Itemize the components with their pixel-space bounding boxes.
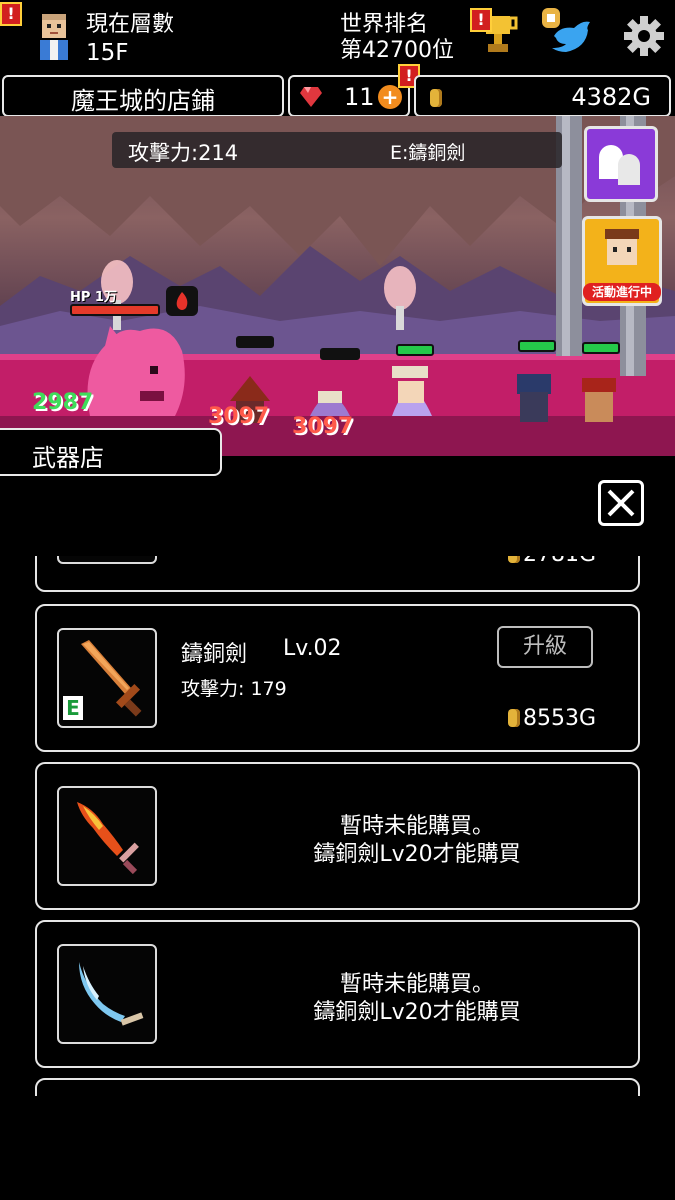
gem-panel: 11 +	[288, 75, 410, 117]
ally-hp-bar	[236, 336, 274, 348]
ice-sword-icon	[79, 962, 144, 1026]
gear-icon[interactable]	[624, 16, 664, 56]
weapon-card-locked[interactable]: 暫時未能購買。 鑄銅劍Lv20才能購買	[35, 920, 640, 1068]
rank-value: 第42700位	[340, 38, 454, 63]
equipped-weapon-info: E:鑄銅劍	[390, 142, 466, 164]
locked-requirement: 鑄銅劍Lv20才能購買	[313, 842, 521, 867]
weapon-card-locked[interactable]: 暫時未能購買。 鑄銅劍Lv20才能購買	[35, 762, 640, 910]
ally-hp-bar	[320, 348, 360, 360]
attack-info-banner: 攻擊力:214 E:鑄銅劍	[112, 132, 562, 168]
weapon-attack: 攻擊力: 179	[181, 678, 287, 700]
gem-icon	[300, 87, 322, 111]
equipped-mark: E	[63, 696, 83, 720]
gold-panel: 4382G	[414, 75, 671, 117]
enemy-hp-bar	[70, 304, 160, 316]
weapon-icon-box: E	[57, 628, 157, 728]
weapon-icon-box	[57, 944, 157, 1044]
close-icon	[607, 489, 635, 517]
enemy-hp-label: HP 1万	[70, 290, 117, 305]
locked-requirement: 鑄銅劍Lv20才能購買	[313, 1000, 521, 1025]
notification-badge: !	[0, 2, 22, 26]
gem-count: 11	[344, 83, 375, 111]
ghost-skill-icon[interactable]	[584, 126, 658, 202]
top-status-bar: ! 現在層數 15F 世界排名 第42700位 !	[0, 0, 675, 74]
fire-status-icon	[166, 286, 198, 316]
floor-value: 15F	[86, 40, 129, 66]
ally-hp-bar	[582, 342, 620, 354]
gold-amount: 4382G	[571, 83, 651, 111]
attack-info: 攻擊力:214	[128, 141, 239, 165]
rank-label: 世界排名	[340, 12, 429, 37]
damage-number: 3097	[292, 414, 354, 439]
weapon-icon-box	[57, 556, 157, 564]
coin-icon	[507, 709, 520, 727]
close-button[interactable]	[598, 480, 644, 526]
weapon-card[interactable]: E 鑄銅劍 Lv.02 攻擊力: 179 升級 8553G	[35, 604, 640, 752]
tab-weapon-shop[interactable]: 武器店	[0, 428, 222, 476]
weapon-price: 8553G	[507, 706, 596, 731]
player-avatar-icon[interactable]	[32, 10, 76, 64]
coin-icon	[507, 556, 520, 563]
ally-hp-bar	[518, 340, 556, 352]
heal-number: 2987	[32, 390, 94, 415]
notification-badge: !	[470, 8, 492, 32]
coin-icon	[430, 89, 445, 109]
event-hero-icon[interactable]: 活動進行中	[582, 216, 662, 306]
plus-icon[interactable]: +	[378, 85, 402, 109]
upgrade-button[interactable]: 升級	[497, 626, 593, 668]
weapon-card[interactable]: 2781G	[35, 556, 640, 592]
shop-name: 魔王城的店鋪	[71, 87, 215, 115]
weapon-list[interactable]: 2781G E 鑄銅劍 Lv.02 攻擊力: 179 升級 8553G	[0, 556, 675, 1096]
weapon-icon-box	[57, 786, 157, 886]
damage-number: 3097	[208, 404, 270, 429]
shop-name-panel: 魔王城的店鋪	[2, 75, 284, 117]
event-label: 活動進行中	[583, 283, 661, 301]
twitter-bird-icon[interactable]	[540, 6, 596, 58]
battle-scene: 攻擊力:214 E:鑄銅劍 HP 1万 2987 3097 3097 活動進行中	[0, 116, 675, 456]
weapon-level: Lv.02	[283, 636, 342, 661]
weapon-name: 鑄銅劍	[181, 642, 248, 667]
tab-weapon-shop-label: 武器店	[32, 444, 104, 472]
flame-sword-icon	[77, 802, 139, 875]
weapon-card[interactable]	[35, 1078, 640, 1096]
weapon-price: 2781G	[507, 556, 596, 567]
ally-hp-bar	[396, 344, 434, 356]
floor-label: 現在層數	[86, 12, 175, 37]
